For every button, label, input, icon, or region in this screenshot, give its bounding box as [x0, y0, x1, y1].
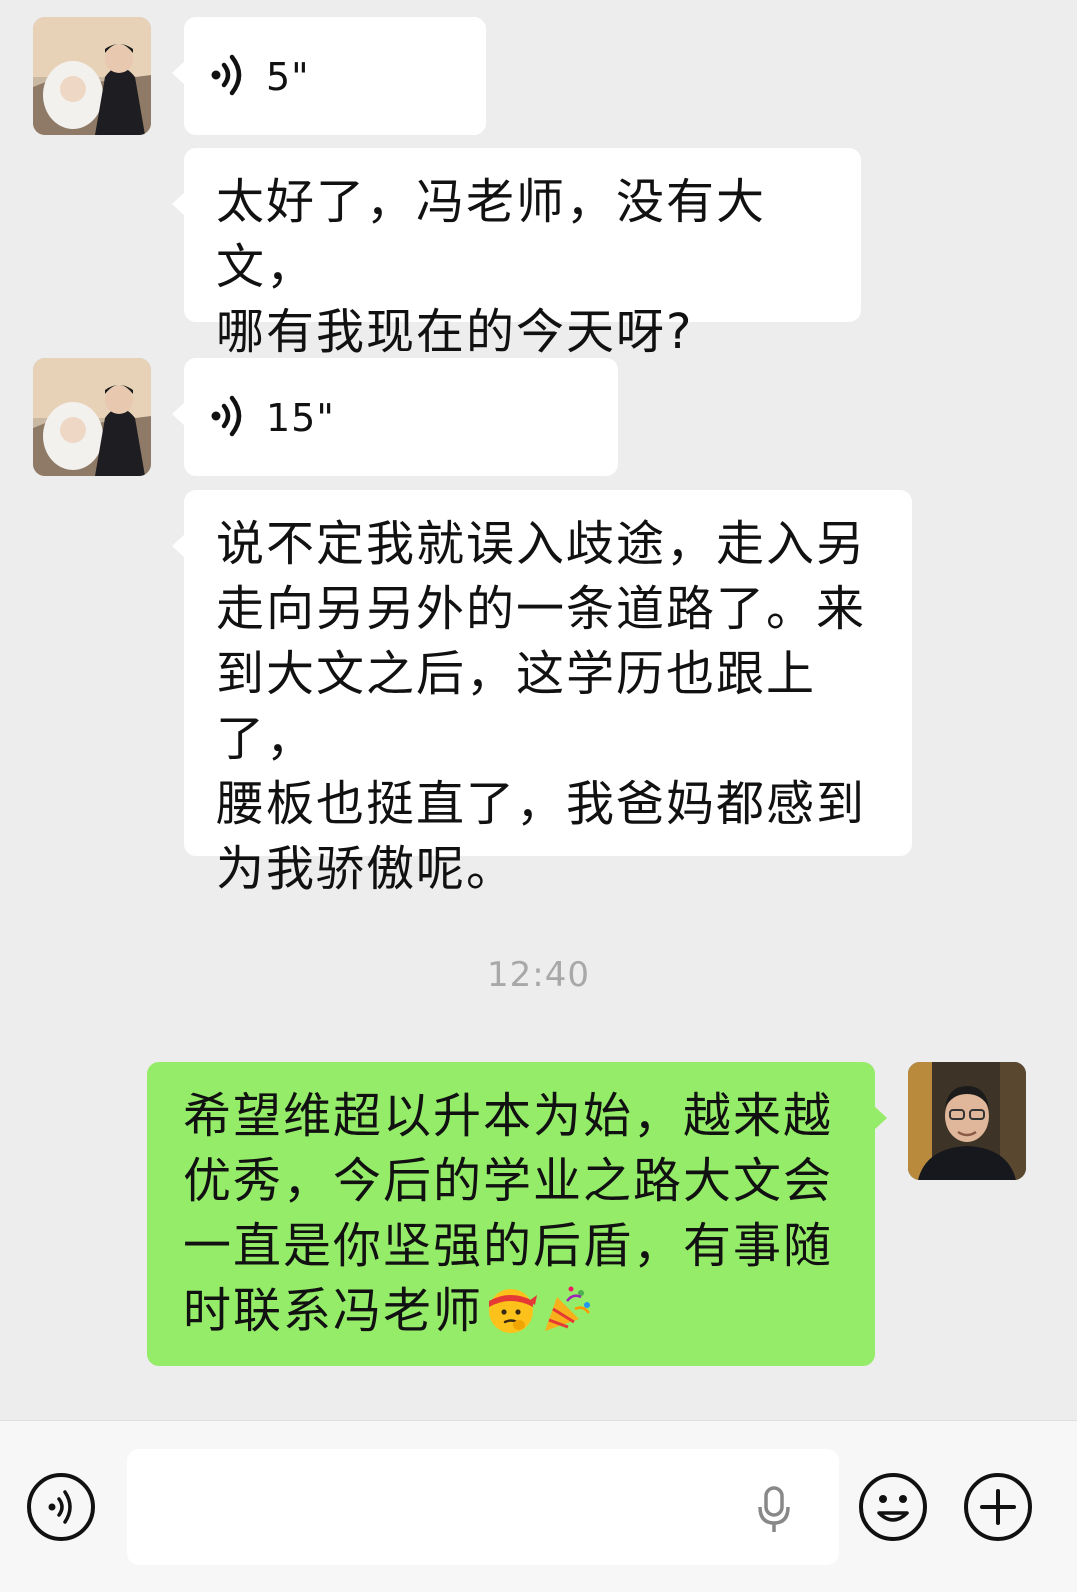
voice-duration: 15" [266, 396, 335, 440]
message-bubble[interactable]: 太好了，冯老师，没有大文， 哪有我现在的今天呀? [172, 148, 861, 360]
contact-avatar[interactable] [33, 17, 151, 135]
chat-timestamp: 12:40 [487, 955, 590, 995]
party-popper-emoji [541, 1283, 593, 1335]
voice-mode-icon[interactable] [25, 1471, 97, 1543]
thinking-headband-emoji [485, 1283, 538, 1335]
voice-message-bubble[interactable]: 15" [172, 358, 618, 476]
microphone-icon[interactable] [754, 1485, 794, 1535]
contact-avatar[interactable] [33, 358, 151, 476]
voice-message-bubble[interactable]: 5" [172, 17, 486, 135]
message-bubble[interactable]: 说不定我就误入歧途，走入另 走向另另外的一条道路了。来 到大文之后，这学历也跟上… [172, 490, 912, 897]
emoji-icon[interactable] [857, 1471, 929, 1543]
plus-icon[interactable] [962, 1471, 1034, 1543]
message-text: 太好了，冯老师，没有大文， 哪有我现在的今天呀? [216, 174, 767, 360]
chat-input-bar [0, 1420, 1077, 1592]
message-input[interactable] [127, 1449, 839, 1565]
voice-wave-icon [210, 53, 246, 101]
voice-duration: 5" [266, 55, 310, 99]
my-avatar[interactable] [908, 1062, 1026, 1180]
message-text: 希望维超以升本为始，越来越 优秀，今后的学业之路大文会 一直是你坚强的后盾，有事… [183, 1084, 833, 1344]
message-text: 说不定我就误入歧途，走入另 走向另另外的一条道路了。来 到大文之后，这学历也跟上… [216, 516, 867, 897]
my-message-bubble[interactable]: 希望维超以升本为始，越来越 优秀，今后的学业之路大文会 一直是你坚强的后盾，有事… [147, 1062, 887, 1366]
voice-wave-icon [210, 394, 246, 442]
